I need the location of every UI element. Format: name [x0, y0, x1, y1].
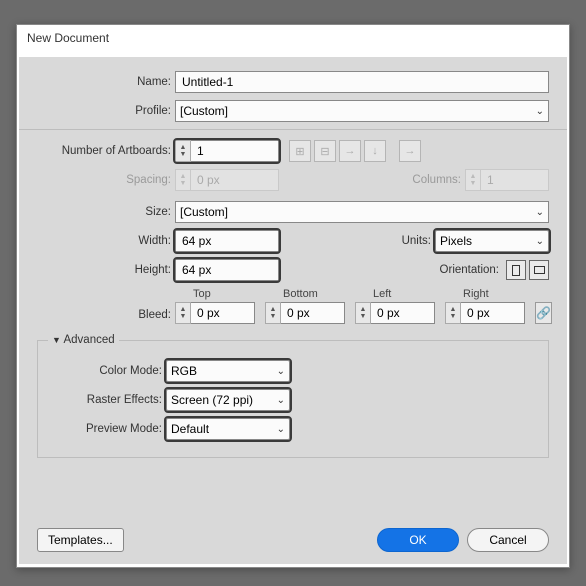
color-mode-label: Color Mode:	[48, 365, 166, 377]
spacing-spinner: ▲▼	[175, 169, 191, 191]
height-label: Height:	[37, 264, 175, 276]
preview-mode-select[interactable]: Default ⌄	[166, 418, 290, 440]
raster-effects-select[interactable]: Screen (72 ppi) ⌄	[166, 389, 290, 411]
columns-input	[481, 169, 549, 191]
chevron-down-icon: ⌄	[536, 207, 544, 218]
bleed-left-label: Left	[355, 288, 441, 300]
advanced-label: Advanced	[63, 334, 114, 346]
size-label: Size:	[37, 206, 175, 218]
disclosure-triangle-icon: ▼	[52, 335, 61, 345]
height-input[interactable]	[175, 259, 279, 281]
size-value: [Custom]	[180, 205, 228, 219]
arrange-grid-col-icon[interactable]: ⊟	[314, 140, 336, 162]
chevron-down-icon: ⌄	[277, 424, 285, 435]
orientation-label: Orientation:	[423, 264, 503, 276]
artboards-label: Number of Artboards:	[37, 145, 175, 157]
bleed-bottom-label: Bottom	[265, 288, 351, 300]
bleed-top-label: Top	[175, 288, 261, 300]
bleed-link-button[interactable]: 🔗	[535, 302, 552, 324]
profile-label: Profile:	[37, 105, 175, 117]
bleed-left-spinner[interactable]: ▲▼	[355, 302, 371, 324]
bleed-left-input[interactable]	[371, 302, 435, 324]
size-select[interactable]: [Custom] ⌄	[175, 201, 549, 223]
orientation-landscape-button[interactable]	[529, 260, 549, 280]
units-label: Units:	[385, 235, 435, 247]
dialog-footer: Templates... OK Cancel	[37, 528, 549, 552]
arrange-row-icon[interactable]: →	[339, 140, 361, 162]
portrait-icon	[512, 265, 520, 276]
dialog-body: Name: Profile: [Custom] ⌄ Number of Artb…	[19, 57, 567, 564]
units-value: Pixels	[440, 234, 472, 248]
chevron-down-icon: ⌄	[536, 236, 544, 247]
arrange-col-icon[interactable]: ↓	[364, 140, 386, 162]
width-label: Width:	[37, 235, 175, 247]
chevron-down-icon: ⌄	[536, 106, 544, 117]
spacing-label: Spacing:	[37, 174, 175, 186]
bleed-bottom-spinner[interactable]: ▲▼	[265, 302, 281, 324]
name-input[interactable]	[175, 71, 549, 93]
bleed-right-label: Right	[445, 288, 531, 300]
raster-effects-label: Raster Effects:	[48, 394, 166, 406]
name-label: Name:	[37, 76, 175, 88]
columns-spinner: ▲▼	[465, 169, 481, 191]
color-mode-value: RGB	[171, 364, 197, 378]
artboards-input[interactable]	[191, 140, 279, 162]
landscape-icon	[534, 266, 545, 274]
arrange-rtl-icon[interactable]: →	[399, 140, 421, 162]
preview-mode-label: Preview Mode:	[48, 423, 166, 435]
columns-label: Columns:	[395, 174, 465, 186]
divider	[19, 129, 567, 130]
arrange-grid-row-icon[interactable]: ⊞	[289, 140, 311, 162]
raster-effects-value: Screen (72 ppi)	[171, 393, 253, 407]
bleed-top-spinner[interactable]: ▲▼	[175, 302, 191, 324]
advanced-section: ▼ Advanced Color Mode: RGB ⌄ Raster Effe…	[37, 334, 549, 458]
advanced-legend[interactable]: ▼ Advanced	[48, 334, 119, 346]
profile-select[interactable]: [Custom] ⌄	[175, 100, 549, 122]
bleed-right-spinner[interactable]: ▲▼	[445, 302, 461, 324]
profile-value: [Custom]	[180, 104, 228, 118]
artboards-spinner[interactable]: ▲▼	[175, 140, 191, 162]
chevron-down-icon: ⌄	[277, 366, 285, 377]
bleed-top-input[interactable]	[191, 302, 255, 324]
orientation-portrait-button[interactable]	[506, 260, 526, 280]
bleed-bottom-input[interactable]	[281, 302, 345, 324]
bleed-label: Bleed:	[37, 309, 175, 324]
preview-mode-value: Default	[171, 422, 209, 436]
width-input[interactable]	[175, 230, 279, 252]
cancel-button[interactable]: Cancel	[467, 528, 549, 552]
spacing-input	[191, 169, 279, 191]
new-document-dialog: New Document Name: Profile: [Custom] ⌄ N…	[16, 24, 570, 568]
templates-button[interactable]: Templates...	[37, 528, 124, 552]
color-mode-select[interactable]: RGB ⌄	[166, 360, 290, 382]
chevron-down-icon: ⌄	[277, 395, 285, 406]
dialog-title: New Document	[17, 25, 569, 55]
ok-button[interactable]: OK	[377, 528, 459, 552]
bleed-right-input[interactable]	[461, 302, 525, 324]
units-select[interactable]: Pixels ⌄	[435, 230, 549, 252]
